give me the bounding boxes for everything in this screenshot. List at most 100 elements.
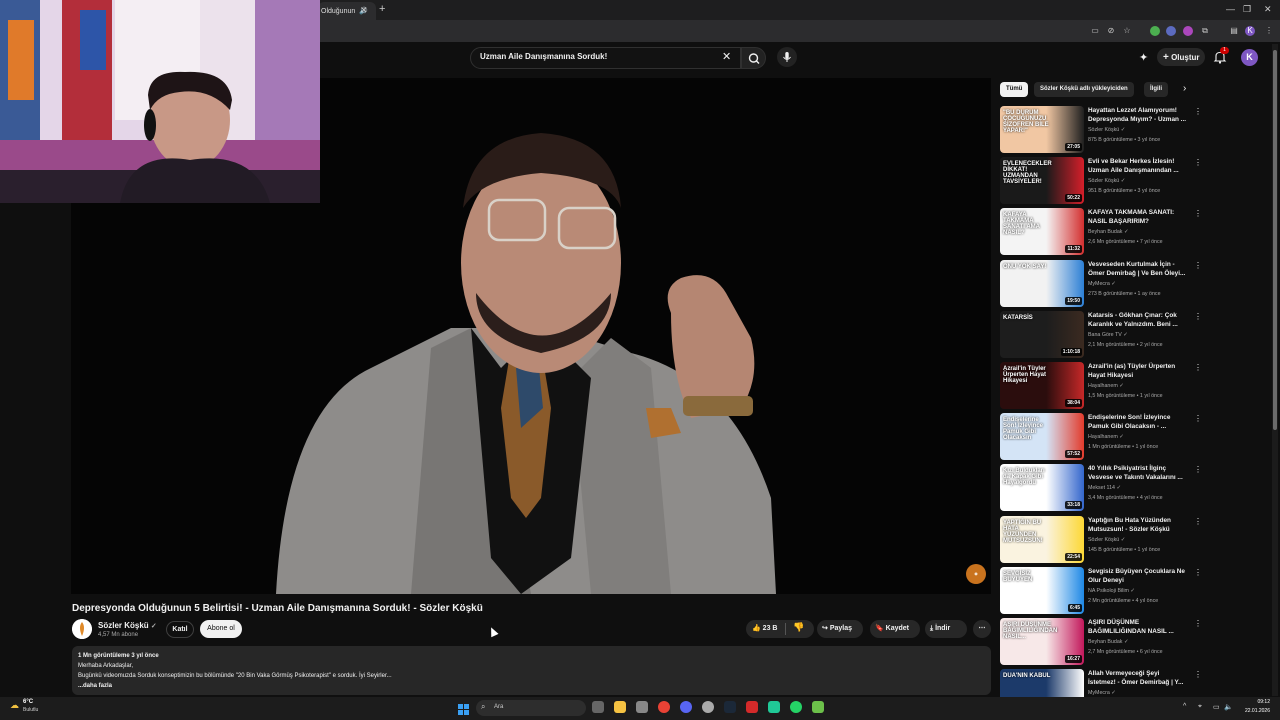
channel-name[interactable]: Sözler Köşkü ✓: [1088, 127, 1125, 133]
channel-name[interactable]: MyMecra ✓: [1088, 690, 1116, 696]
channel-name[interactable]: Bana Göre TV ✓: [1088, 332, 1128, 338]
sidepanel-icon[interactable]: ▤: [1229, 26, 1239, 36]
search-query[interactable]: Uzman Aile Danışmanına Sorduk!: [480, 52, 607, 61]
whatsapp-icon[interactable]: [790, 701, 802, 713]
video-thumbnail[interactable]: AŞIRI DÜŞÜNME BAĞIMLILIĞINDAN NASIL... 16…: [1000, 618, 1084, 665]
more-vert-icon[interactable]: ⋮: [1194, 158, 1202, 167]
tab-close-icon[interactable]: ✕: [360, 5, 368, 16]
save-button[interactable]: 🔖 Kaydet: [870, 620, 920, 638]
download-button[interactable]: ⤓ İndir: [925, 620, 967, 638]
search-button[interactable]: [741, 47, 766, 69]
app-icon[interactable]: [746, 701, 758, 713]
weather-temp[interactable]: 6°C: [23, 699, 33, 705]
ai-sparkle-icon[interactable]: ✦: [1139, 51, 1148, 64]
recommended-video[interactable]: YAPTIĞIN BU HATA YÜZÜNDEN MUTSUZSUN! 22:5…: [1000, 515, 1202, 564]
location-icon[interactable]: ⌖: [1198, 703, 1202, 711]
description-box[interactable]: [72, 646, 991, 695]
video-thumbnail[interactable]: ONU YOK SAY! 19:50: [1000, 259, 1084, 307]
more-vert-icon[interactable]: ⋮: [1194, 517, 1202, 526]
channel-name[interactable]: Sözler Köşkü ✓: [1088, 178, 1125, 184]
more-vert-icon[interactable]: ⋮: [1194, 209, 1202, 218]
more-vert-icon[interactable]: ⋮: [1194, 465, 1202, 474]
channel-name[interactable]: Hayalhanem ✓: [1088, 383, 1124, 389]
channel-name[interactable]: Mekset 114 ✓: [1088, 485, 1121, 491]
eye-off-icon[interactable]: ⊘: [1106, 26, 1116, 36]
more-actions-button[interactable]: ⋯: [973, 620, 991, 638]
tray-chevron-icon[interactable]: ^: [1183, 703, 1186, 710]
scrollbar-thumb[interactable]: [1273, 50, 1277, 430]
channel-name[interactable]: Sözler Köşkü ✓: [98, 621, 157, 630]
video-thumbnail[interactable]: KATARSİS 1:10:18: [1000, 310, 1084, 358]
filter-chip-channel[interactable]: Sözler Köşkü adlı yükleyiciden: [1034, 82, 1134, 97]
more-vert-icon[interactable]: ⋮: [1194, 670, 1202, 679]
channel-name[interactable]: Beyhan Budak ✓: [1088, 639, 1128, 645]
video-title[interactable]: Allah Vermeyeceği Şeyi İstetmez! - Ömer …: [1088, 669, 1188, 687]
weather-icon[interactable]: ☁: [10, 700, 19, 711]
video-thumbnail[interactable]: YAPTIĞIN BU HATA YÜZÜNDEN MUTSUZSUN! 22:5…: [1000, 515, 1084, 563]
puzzle-icon[interactable]: ⧉: [1200, 26, 1210, 36]
video-title[interactable]: Yaptığın Bu Hata Yüzünden Mutsuzsun! - S…: [1088, 516, 1188, 534]
bookmark-star-icon[interactable]: ☆: [1122, 26, 1132, 36]
video-thumbnail[interactable]: "BU DURUM ÇOCUĞUNUZU ŞİZOFREN BİLE YAPAR…: [1000, 106, 1084, 153]
recommended-video[interactable]: EVLENECEKLER DİKKAT! UZMANDAN TAVSİYELER…: [1000, 157, 1202, 205]
extension-icon[interactable]: [1183, 26, 1193, 36]
channel-name[interactable]: Hayalhanem ✓: [1088, 434, 1124, 440]
video-thumbnail[interactable]: KAFAYA TAKMAMA SANATI AMA NASIL? 11:32: [1000, 208, 1084, 256]
video-thumbnail[interactable]: Endişelerine Son! İzleyince Pamuk Gibi O…: [1000, 413, 1084, 461]
description-more-link[interactable]: ...daha fazla: [78, 683, 112, 689]
video-title[interactable]: Katarsis - Gökhan Çınar: Çok Karanlık ve…: [1088, 311, 1188, 329]
window-close-icon[interactable]: ✕: [1264, 4, 1272, 15]
recommended-video[interactable]: "BU DURUM ÇOCUĞUNUZU ŞİZOFREN BİLE YAPAR…: [1000, 106, 1202, 154]
share-button[interactable]: ↪ Paylaş: [817, 620, 863, 638]
monitor-icon[interactable]: ▭: [1213, 703, 1220, 711]
task-view-icon[interactable]: [592, 701, 604, 713]
channel-name[interactable]: NA Psikoloji Bilim ✓: [1088, 588, 1135, 594]
join-button[interactable]: Katıl: [166, 621, 194, 638]
channel-name[interactable]: Sözler Köşkü ✓: [1088, 537, 1125, 543]
filter-chip-all[interactable]: Tümü: [1000, 82, 1029, 97]
more-vert-icon[interactable]: ⋮: [1194, 414, 1202, 423]
filter-chip-related[interactable]: İlgili: [1144, 82, 1168, 97]
video-title[interactable]: Hayattan Lezzet Alamıyorum! Depresyonda …: [1088, 106, 1188, 124]
recommended-video[interactable]: Azrail'in Tüyler Ürperten Hayat Hikayesi…: [1000, 362, 1202, 410]
menu-icon[interactable]: ⋮: [1264, 26, 1274, 36]
video-title[interactable]: 40 Yıllık Psikiyatrist İlginç Vesvese ve…: [1088, 464, 1188, 482]
more-vert-icon[interactable]: ⋮: [1194, 363, 1202, 372]
chrome-icon[interactable]: [658, 701, 670, 713]
channel-name[interactable]: Beyhan Budak ✓: [1088, 229, 1128, 235]
video-title[interactable]: AŞIRI DÜŞÜNME BAĞIMLILIĞINDAN NASIL ...: [1088, 618, 1188, 636]
speaker-tray-icon[interactable]: 🔈: [1224, 703, 1233, 711]
more-vert-icon[interactable]: ⋮: [1194, 312, 1202, 321]
chevron-right-icon[interactable]: ›: [1183, 83, 1186, 94]
more-vert-icon[interactable]: ⋮: [1194, 107, 1202, 116]
video-title[interactable]: KAFAYA TAKMAMA SANATI: NASIL BAŞARIRIM?: [1088, 208, 1188, 226]
extension-icon[interactable]: [1150, 26, 1160, 36]
channel-name[interactable]: MyMecra ✓: [1088, 281, 1116, 287]
video-title[interactable]: Endişelerine Son! İzleyince Pamuk Gibi O…: [1088, 413, 1188, 431]
thumbs-down-icon[interactable]: 👎: [793, 622, 804, 633]
clock-date[interactable]: 22.01.2026: [1234, 708, 1270, 714]
subscribe-button[interactable]: Abone ol: [200, 620, 242, 638]
video-title[interactable]: Vesveseden Kurtulmak İçin - Ömer Demirba…: [1088, 260, 1188, 278]
more-vert-icon[interactable]: ⋮: [1194, 261, 1202, 270]
channel-watermark[interactable]: ◉: [966, 564, 986, 584]
profile-icon[interactable]: K: [1245, 26, 1255, 36]
video-thumbnail[interactable]: EVLENECEKLER DİKKAT! UZMANDAN TAVSİYELER…: [1000, 157, 1084, 205]
store-icon[interactable]: [636, 701, 648, 713]
account-avatar[interactable]: K: [1241, 49, 1258, 66]
video-thumbnail[interactable]: SEVGİSİZ BÜYÜYEN 6:45: [1000, 566, 1084, 614]
settings-icon[interactable]: [702, 701, 714, 713]
recommended-video[interactable]: SEVGİSİZ BÜYÜYEN 6:45 Sevgisiz Büyüyen Çoc…: [1000, 566, 1202, 615]
recommended-video[interactable]: ONU YOK SAY! 19:50 Vesveseden Kurtulmak İç…: [1000, 259, 1202, 308]
more-vert-icon[interactable]: ⋮: [1194, 568, 1202, 577]
clock-time[interactable]: 09:12: [1242, 699, 1270, 705]
app-icon[interactable]: [768, 701, 780, 713]
video-title[interactable]: Azrail'in (as) Tüyler Ürperten Hayat Hik…: [1088, 362, 1188, 380]
weather-desc[interactable]: Bulutlu: [23, 707, 38, 713]
discord-icon[interactable]: [680, 701, 692, 713]
recommended-video[interactable]: KAFAYA TAKMAMA SANATI AMA NASIL? 11:32 KAF…: [1000, 208, 1202, 256]
cast-icon[interactable]: ▭: [1090, 26, 1100, 36]
more-vert-icon[interactable]: ⋮: [1194, 619, 1202, 628]
recommended-video[interactable]: AŞIRI DÜŞÜNME BAĞIMLILIĞINDAN NASIL... 16…: [1000, 618, 1202, 666]
windows-start-icon[interactable]: [458, 702, 469, 715]
